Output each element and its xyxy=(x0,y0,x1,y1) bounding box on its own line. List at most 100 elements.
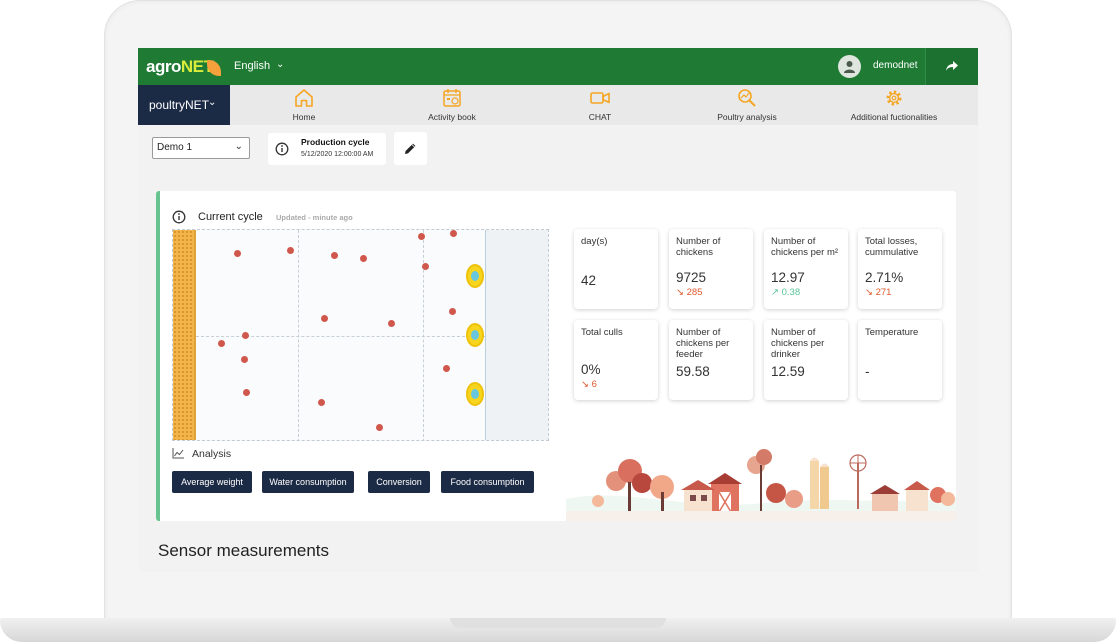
sensor-dot[interactable] xyxy=(449,308,456,315)
stat-chickens-per-feeder: Number of chickens per feeder 59.58 xyxy=(669,320,753,400)
user-icon xyxy=(844,61,855,73)
sensor-dot[interactable] xyxy=(318,399,325,406)
sensor-dot[interactable] xyxy=(418,233,425,240)
sensor-dot[interactable] xyxy=(360,255,367,262)
current-cycle-title: Current cycle xyxy=(198,211,263,223)
stat-total-losses: Total losses, cummulative 2.71% ↘ 271 xyxy=(858,229,942,309)
stat-number-of-chickens: Number of chickens 9725 ↘ 285 xyxy=(669,229,753,309)
username[interactable]: demodnet xyxy=(873,60,917,71)
info-icon xyxy=(275,142,289,156)
water-consumption-button[interactable]: Water consumption xyxy=(262,471,354,493)
stat-delta: ↘ 285 xyxy=(676,287,702,298)
stat-label: Temperature xyxy=(865,327,919,338)
chevron-down-icon: ⌄ xyxy=(234,141,243,152)
nav-label: Activity book xyxy=(428,112,476,122)
nav-label: CHAT xyxy=(588,112,612,122)
analysis-label: Analysis xyxy=(192,448,232,460)
drinker-marker[interactable] xyxy=(466,382,484,406)
stat-delta: ↘ 271 xyxy=(865,287,891,298)
sensor-dot[interactable] xyxy=(422,263,429,270)
production-cycle-card[interactable]: Production cycle 5/12/2020 12:00:00 AM xyxy=(268,133,386,165)
stat-label: day(s) xyxy=(581,236,608,247)
sensor-dot[interactable] xyxy=(376,424,383,431)
magnifier-chart-icon xyxy=(738,89,756,107)
card-accent-bar xyxy=(156,191,160,521)
farm-select[interactable]: Demo 1 ⌄ xyxy=(152,137,250,159)
stat-delta-value: 285 xyxy=(686,287,703,298)
stat-value: 59.58 xyxy=(676,364,710,379)
sensor-dot[interactable] xyxy=(242,332,249,339)
current-cycle-card: Current cycle Updated - minute ago Analy… xyxy=(156,191,956,521)
agronet-logo[interactable]: agroNET xyxy=(146,57,214,77)
avatar[interactable] xyxy=(838,55,861,78)
trend-down-arrow-icon: ↘ xyxy=(676,287,684,298)
trend-up-arrow-icon: ↗ xyxy=(771,287,779,298)
stat-delta: ↗ 0.38 xyxy=(771,287,800,298)
sensor-dot[interactable] xyxy=(443,365,450,372)
drinker-marker[interactable] xyxy=(466,323,484,347)
average-weight-button[interactable]: Average weight xyxy=(172,471,252,493)
trend-down-arrow-icon: ↘ xyxy=(865,287,873,298)
nav-item-poultry-analysis[interactable]: Poultry analysis xyxy=(712,88,782,124)
app-screen: agroNET English ⌄ demodnet poultryNET ⌄ … xyxy=(138,48,978,572)
grid-line xyxy=(196,336,485,337)
logo-text: agro xyxy=(146,57,181,76)
production-cycle-title: Production cycle xyxy=(301,137,370,147)
stat-total-culls: Total culls 0% ↘ 6 xyxy=(574,320,658,400)
sensor-dot[interactable] xyxy=(234,250,241,257)
stat-days: day(s) 42 xyxy=(574,229,658,309)
feeder-strip xyxy=(173,230,194,440)
farm-illustration xyxy=(566,449,956,521)
nav-label: Home xyxy=(292,112,316,122)
nav-label: Poultry analysis xyxy=(717,112,777,122)
stat-value: 9725 xyxy=(676,270,707,285)
farm-select-value: Demo 1 xyxy=(157,142,193,153)
trend-down-arrow-icon: ↘ xyxy=(581,379,589,390)
stat-value: 12.59 xyxy=(771,364,805,379)
sensor-dot[interactable] xyxy=(321,315,328,322)
sensor-dot[interactable] xyxy=(450,230,457,237)
top-bar: agroNET English ⌄ demodnet xyxy=(138,48,978,85)
sensor-dot[interactable] xyxy=(331,252,338,259)
stat-value: 42 xyxy=(581,273,597,288)
stat-label: Number of chickens per drinker xyxy=(771,327,825,360)
cycle-toolbar: Demo 1 ⌄ Production cycle 5/12/2020 12:0… xyxy=(138,125,978,171)
stat-value: 0% xyxy=(581,362,601,377)
nav-item-activity-book[interactable]: Activity book xyxy=(418,88,486,124)
stat-delta-value: 0.38 xyxy=(781,287,801,298)
stat-delta-value: 271 xyxy=(875,287,892,298)
main-nav: poultryNET ⌄ Home Activity book CHAT Pou… xyxy=(138,85,978,125)
stat-label: Number of chickens per feeder xyxy=(676,327,730,360)
line-chart-icon xyxy=(172,448,184,459)
conversion-button[interactable]: Conversion xyxy=(368,471,430,493)
stat-label: Total culls xyxy=(581,327,623,338)
language-selector[interactable]: English xyxy=(234,60,270,72)
share-button[interactable] xyxy=(925,48,978,85)
nav-label: Additional fuctionalities xyxy=(850,112,938,122)
stat-label: Total losses, cummulative xyxy=(865,236,919,258)
sensor-dot[interactable] xyxy=(241,356,248,363)
laptop-notch xyxy=(450,618,666,628)
stat-value: 12.97 xyxy=(771,270,805,285)
production-cycle-date: 5/12/2020 12:00:00 AM xyxy=(301,151,374,158)
sensor-dot[interactable] xyxy=(287,247,294,254)
stat-temperature: Temperature - xyxy=(858,320,942,400)
pencil-icon xyxy=(405,143,416,154)
chevron-down-icon[interactable]: ⌄ xyxy=(208,97,216,108)
stat-delta-value: 6 xyxy=(591,379,597,390)
nav-item-home[interactable]: Home xyxy=(280,88,328,124)
drinker-marker[interactable] xyxy=(466,264,484,288)
home-icon xyxy=(295,89,313,107)
sensor-dot[interactable] xyxy=(243,389,250,396)
chevron-down-icon[interactable]: ⌄ xyxy=(276,59,284,70)
edit-cycle-button[interactable] xyxy=(394,132,427,165)
food-consumption-button[interactable]: Food consumption xyxy=(441,471,534,493)
sensor-dot[interactable] xyxy=(218,340,225,347)
updated-timestamp: Updated - minute ago xyxy=(276,213,353,222)
sensor-dot[interactable] xyxy=(388,320,395,327)
barn-sensor-map[interactable] xyxy=(172,229,549,441)
nav-item-additional[interactable]: Additional fuctionalities xyxy=(844,88,944,124)
nav-item-chat[interactable]: CHAT xyxy=(574,88,626,124)
drinker-zone xyxy=(485,230,548,440)
info-icon[interactable] xyxy=(172,210,186,224)
